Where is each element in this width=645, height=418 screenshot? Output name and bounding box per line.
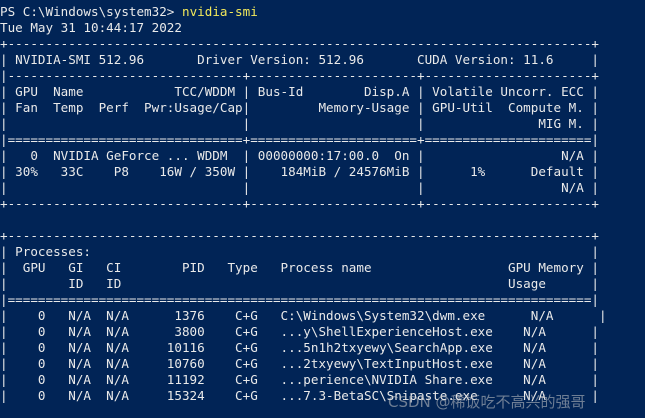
process-row: | 0 N/A N/A 1376 C+G C:\Windows\System32…	[0, 308, 607, 323]
process-row: | 0 N/A N/A 10116 C+G ...5n1h2txyewy\Sea…	[0, 340, 599, 355]
gpu-row-1: | 0 NVIDIA GeForce ... WDDM | 00000000:1…	[0, 148, 599, 163]
gpu-table-header-3: | | | MIG M. |	[0, 116, 599, 131]
version-line: | NVIDIA-SMI 512.96 Driver Version: 512.…	[0, 52, 599, 67]
gpu-table-header-1: | GPU Name TCC/WDDM | Bus-Id Disp.A | Vo…	[0, 84, 599, 99]
gpu-row-3: | | | N/A |	[0, 180, 599, 195]
gpu-table-border-top: +---------------------------------------…	[0, 36, 599, 51]
gpu-table-separator: |-------------------------------+-------…	[0, 68, 599, 83]
process-row: | 0 N/A N/A 10760 C+G ...2txyewy\TextInp…	[0, 356, 599, 371]
terminal-window[interactable]: PS C:\Windows\system32> nvidia-smi Tue M…	[0, 0, 645, 418]
process-row: | 0 N/A N/A 3800 C+G ...y\ShellExperienc…	[0, 324, 599, 339]
process-table-header-2: | ID ID Usage |	[0, 276, 599, 291]
gpu-table-border-bottom: +-------------------------------+-------…	[0, 196, 599, 211]
gpu-row-2: | 30% 33C P8 16W / 350W | 184MiB / 24576…	[0, 164, 599, 179]
process-table-separator: |=======================================…	[0, 292, 599, 307]
gpu-table-header-2: | Fan Temp Perf Pwr:Usage/Cap| Memory-Us…	[0, 100, 599, 115]
prompt-path: PS C:\Windows\system32>	[0, 4, 182, 19]
typed-command: nvidia-smi	[181, 4, 258, 19]
process-table-header-1: | GPU GI CI PID Type Process name GPU Me…	[0, 260, 599, 275]
process-row: | 0 N/A N/A 11192 C+G ...perience\NVIDIA…	[0, 372, 599, 387]
process-table-border-top: +---------------------------------------…	[0, 228, 599, 243]
timestamp: Tue May 31 10:44:17 2022	[0, 20, 182, 35]
watermark: CSDN @稀饭吃不高兴的强哥	[388, 393, 586, 411]
gpu-table-double-separator: |===============================+=======…	[0, 132, 599, 147]
prompt-line: PS C:\Windows\system32> nvidia-smi	[0, 4, 258, 20]
process-table-title: | Processes: |	[0, 244, 599, 259]
